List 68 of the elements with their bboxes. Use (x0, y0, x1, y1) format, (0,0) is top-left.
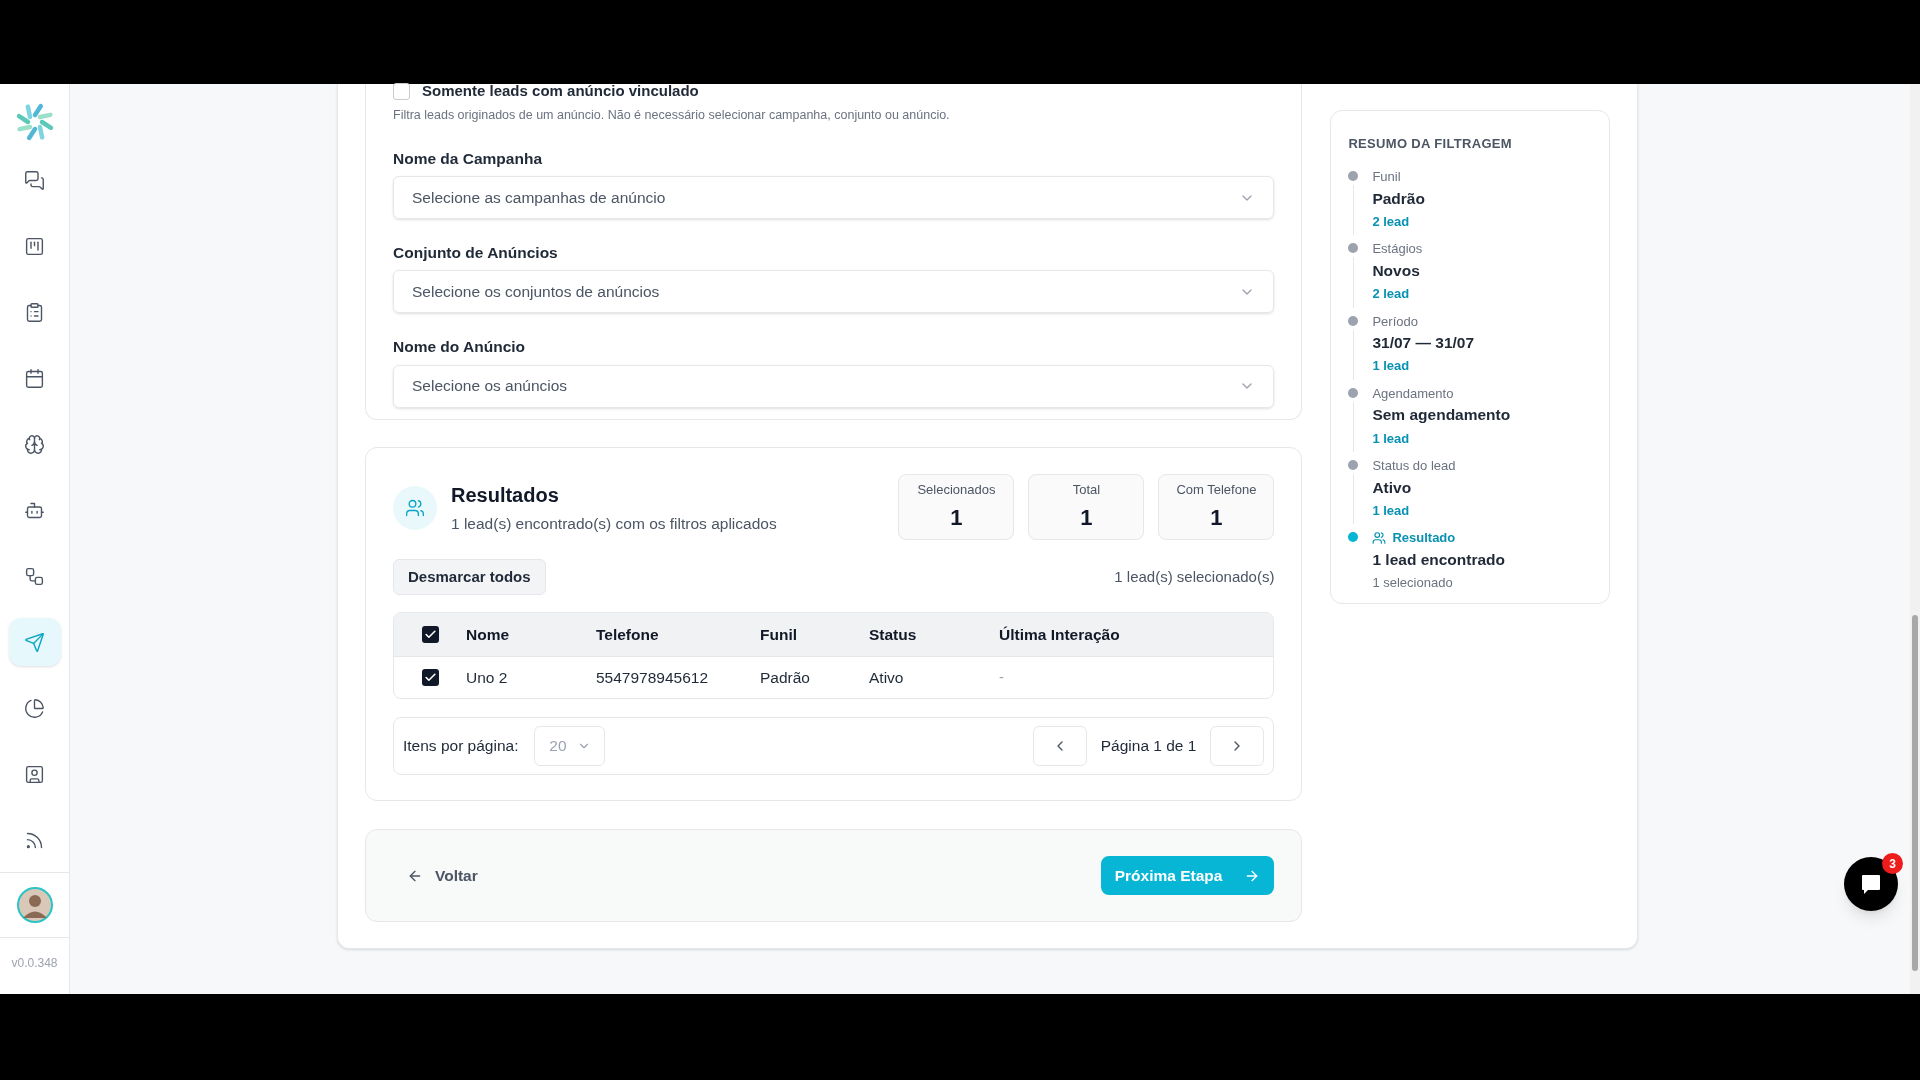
field-label: Conjunto de Anúncios (393, 243, 559, 263)
logo-icon (14, 102, 55, 142)
notification-badge: 3 (1882, 853, 1903, 874)
row-checkbox[interactable] (421, 669, 439, 686)
back-button[interactable]: Voltar (393, 855, 492, 896)
selected-count: 1 lead(s) selecionado(s) (1114, 566, 1275, 587)
brain-icon (24, 433, 45, 455)
step-label: Agendamento (1372, 384, 1455, 403)
deselect-all-button[interactable]: Desmarcar todos (393, 559, 546, 595)
summary-title: RESUMO DA FILTRAGEM (1348, 136, 1513, 151)
stat-card: Com Telefone 1 (1158, 474, 1275, 540)
step-count: 2 lead (1372, 285, 1411, 303)
table-cell-text: Ativo (869, 667, 904, 688)
step-value: Novos (1372, 260, 1421, 281)
select-field[interactable]: Selecione os anúncios (393, 364, 1275, 408)
check-icon (423, 628, 437, 641)
step-value: 31/07 — 31/07 (1372, 333, 1475, 353)
results-title: Resultados (451, 483, 560, 508)
column-header: Status (869, 624, 917, 645)
board-icon (24, 235, 45, 257)
chat-bubble-icon (1859, 872, 1883, 896)
table-cell-text: Uno 2 (466, 667, 508, 688)
step-label: Resultado (1372, 528, 1506, 548)
results-subtitle: 1 lead(s) encontrado(s) com os filtros aplicados (451, 514, 777, 534)
avatar-icon[interactable] (16, 887, 53, 923)
step-value: 1 lead encontrado (1372, 549, 1506, 570)
step-count: 1 selecionado (1372, 574, 1454, 592)
calendar-icon (24, 367, 45, 389)
column-header: Telefone (596, 624, 659, 645)
field-label: Nome do Anúncio (393, 337, 527, 358)
users-icon (1372, 531, 1387, 545)
page-indicator: Página 1 de 1 (1099, 736, 1198, 757)
send-icon (24, 631, 45, 653)
column-header: Última Interação (999, 624, 1120, 645)
table-cell-text: Padrão (760, 667, 810, 688)
stat-card: Selecionados 1 (898, 474, 1015, 540)
step-value: Sem agendamento (1372, 405, 1511, 426)
step-label: Status do lead (1372, 457, 1456, 475)
hint-text: Filtra leads originados de um anúncio. Não é necessário selecionar campanha, conjunto ou anúncio. (393, 107, 951, 124)
workflow-icon (24, 565, 45, 587)
chat-bubbles-icon (24, 169, 45, 191)
checkbox-label: Somente leads com anúncio vinculado (422, 82, 699, 100)
step-count: 2 lead (1372, 212, 1411, 231)
check-icon (423, 671, 437, 684)
column-header: Nome (466, 624, 510, 645)
stat-card: Total 1 (1028, 474, 1145, 540)
step-count: 1 lead (1372, 501, 1411, 520)
pie-chart-icon (24, 697, 45, 719)
step-count: 1 lead (1372, 429, 1411, 448)
page-size-label: Itens por página: (403, 736, 519, 757)
column-header: Funil (760, 624, 798, 645)
step-value: Ativo (1372, 477, 1413, 498)
step-label: Período (1372, 312, 1419, 331)
step-label: Funil (1372, 168, 1402, 186)
select-field[interactable]: Selecione as campanhas de anúncio (393, 176, 1275, 219)
clipboard-icon (24, 301, 45, 323)
select-field[interactable]: Selecione os conjuntos de anúncios (393, 270, 1275, 314)
step-label: Estágios (1372, 240, 1423, 259)
step-count: 1 lead (1372, 357, 1411, 376)
field-label: Nome da Campanha (393, 148, 544, 169)
user-card-icon (24, 763, 45, 785)
table-cell-text: - (999, 667, 1004, 688)
select-all-checkbox[interactable] (421, 626, 439, 643)
step-value: Padrão (1372, 188, 1425, 209)
users-icon (393, 485, 437, 530)
table-cell-text: 5547978945612 (596, 667, 709, 688)
version-label: v0.0.348 (11, 955, 58, 972)
chat-button[interactable] (1844, 857, 1898, 911)
